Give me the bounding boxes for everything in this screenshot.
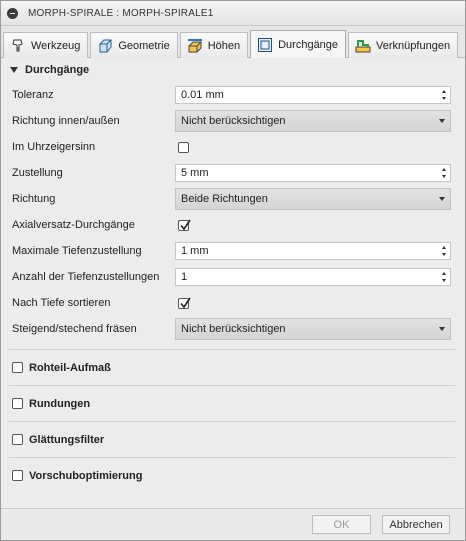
chevron-down-icon [439,327,445,331]
row-uhrzeigersinn: Im Uhrzeigersinn [1,134,465,160]
tab-label: Höhen [207,39,241,52]
linking-icon [355,38,371,54]
row-toleranz: Toleranz 0.01 mm [1,82,465,108]
section-label: Rundungen [29,397,91,410]
row-max-tiefenzustellung: Maximale Tiefenzustellung 1 mm [1,238,465,264]
row-nach-tiefe-sortieren: Nach Tiefe sortieren [1,290,465,316]
field-label: Axialversatz-Durchgänge [12,219,135,231]
axialversatz-checkbox[interactable] [178,219,191,231]
tab-hoehen[interactable]: Höhen [179,32,249,58]
tab-content: Durchgänge Toleranz 0.01 mm Richtung inn… [1,58,465,493]
section-label: Rohteil-Aufmaß [29,361,111,374]
field-label: Steigend/stechend fräsen [12,323,137,335]
ok-button[interactable]: OK [312,515,371,534]
field-label: Im Uhrzeigersinn [12,141,96,153]
tab-bar: Werkzeug Geometrie Höhen Durchgänge Verk… [1,26,465,58]
uhrzeigersinn-checkbox[interactable] [178,141,189,153]
field-value: 0.01 mm [181,89,224,101]
row-steigend-stechend: Steigend/stechend fräsen Nicht berücksic… [1,316,465,342]
chevron-down-icon [439,119,445,123]
section-header-durchgaenge[interactable]: Durchgänge [1,58,465,82]
chevron-down-icon [439,197,445,201]
section-title: Durchgänge [25,64,90,76]
title-bar: MORPH-SPIRALE : MORPH-SPIRALE1 [1,1,465,26]
field-label: Toleranz [12,89,54,101]
richtung-innen-aussen-select[interactable]: Nicht berücksichtigen [175,110,451,132]
field-label: Zustellung [12,167,63,179]
dialog-title: MORPH-SPIRALE : MORPH-SPIRALE1 [28,7,214,19]
close-icon[interactable] [7,7,18,19]
row-zustellung: Zustellung 5 mm [1,160,465,186]
select-value: Nicht berücksichtigen [181,115,286,127]
cancel-button[interactable]: Abbrechen [382,515,450,534]
spinner-icon[interactable] [440,165,449,181]
field-label: Anzahl der Tiefenzustellungen [12,271,160,283]
glaettungsfilter-checkbox[interactable] [12,434,23,445]
vorschuboptimierung-checkbox[interactable] [12,470,23,481]
row-axialversatz: Axialversatz-Durchgänge [1,212,465,238]
nach-tiefe-sortieren-checkbox[interactable] [178,297,191,309]
max-tiefenzustellung-input[interactable]: 1 mm [175,242,451,260]
field-label: Maximale Tiefenzustellung [12,245,142,257]
checkmark-icon [180,219,191,230]
section-rohteil-aufmass[interactable]: Rohteil-Aufmaß [1,350,465,385]
collapse-triangle-icon [10,67,18,73]
field-label: Richtung innen/außen [12,115,120,127]
tab-label: Verknüpfungen [376,39,451,52]
toleranz-input[interactable]: 0.01 mm [175,86,451,104]
row-richtung: Richtung Beide Richtungen [1,186,465,212]
spinner-icon[interactable] [440,243,449,259]
section-glaettungsfilter[interactable]: Glättungsfilter [1,422,465,457]
tab-verknuepfungen[interactable]: Verknüpfungen [348,32,459,58]
richtung-select[interactable]: Beide Richtungen [175,188,451,210]
field-label: Nach Tiefe sortieren [12,297,111,309]
spinner-icon[interactable] [440,87,449,103]
field-value: 1 mm [181,245,209,257]
passes-icon [257,37,273,53]
rundungen-checkbox[interactable] [12,398,23,409]
heights-icon [187,38,203,54]
zustellung-input[interactable]: 5 mm [175,164,451,182]
section-rundungen[interactable]: Rundungen [1,386,465,421]
select-value: Nicht berücksichtigen [181,323,286,335]
row-richtung-innen-aussen: Richtung innen/außen Nicht berücksichtig… [1,108,465,134]
row-anzahl-tiefenzustellungen: Anzahl der Tiefenzustellungen 1 [1,264,465,290]
field-value: 5 mm [181,167,209,179]
field-value: 1 [181,271,188,283]
rohteil-aufmass-checkbox[interactable] [12,362,23,373]
steigend-stechend-select[interactable]: Nicht berücksichtigen [175,318,451,340]
tab-label: Geometrie [118,39,170,52]
anzahl-tiefenzustellungen-input[interactable]: 1 [175,268,451,286]
spinner-icon[interactable] [440,269,449,285]
field-label: Richtung [12,193,56,205]
tab-label: Werkzeug [31,39,81,52]
section-label: Glättungsfilter [29,433,105,446]
tab-geometrie[interactable]: Geometrie [90,32,178,58]
select-value: Beide Richtungen [181,193,268,205]
section-label: Vorschuboptimierung [29,469,143,482]
tab-durchgaenge[interactable]: Durchgänge [250,30,347,58]
checkmark-icon [180,297,191,308]
geometry-icon [97,38,113,54]
dialog-footer: OK Abbrechen [1,508,465,540]
tool-icon [10,38,26,54]
tab-werkzeug[interactable]: Werkzeug [3,32,89,58]
dialog-window: MORPH-SPIRALE : MORPH-SPIRALE1 Werkzeug … [0,0,466,541]
section-vorschuboptimierung[interactable]: Vorschuboptimierung [1,458,465,493]
tab-label: Durchgänge [278,38,339,51]
